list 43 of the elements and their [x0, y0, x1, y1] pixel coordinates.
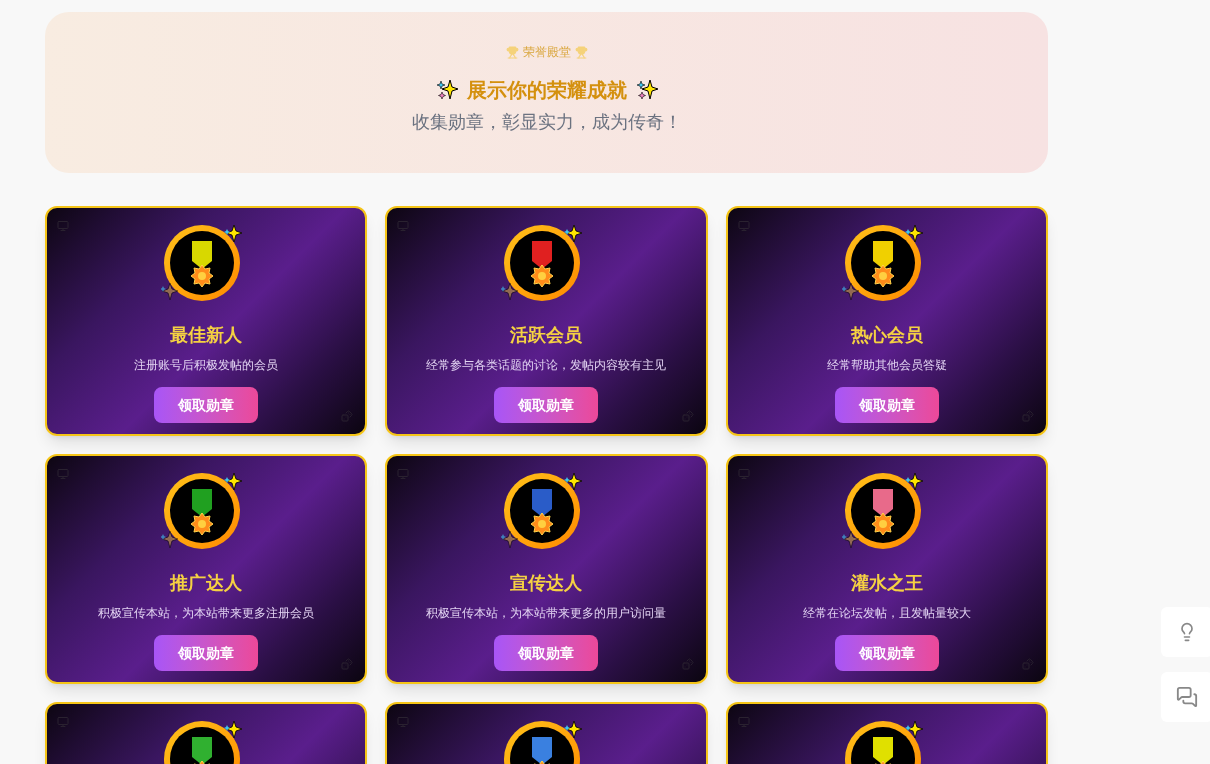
claim-button[interactable]: 领取勋章	[154, 387, 259, 423]
badge-description: 经常帮助其他会员答疑	[826, 357, 947, 373]
badge-description: 注册账号后积极发帖的会员	[134, 357, 279, 373]
hero-title: 展示你的荣耀成就	[466, 78, 627, 103]
badge-title: 宣传达人	[510, 572, 583, 595]
claim-button[interactable]: 领取勋章	[494, 635, 599, 671]
monitor-icon	[57, 220, 69, 232]
wechat-button[interactable]	[1161, 672, 1210, 722]
dice-icon	[341, 658, 354, 670]
sparkle-icon	[634, 78, 659, 102]
chat-icon	[1176, 686, 1198, 708]
badge-title: 热心会员	[850, 324, 923, 347]
trophy-icon	[505, 45, 519, 59]
badge-title: 最佳新人	[170, 324, 243, 347]
sparkle-icon	[434, 78, 459, 102]
hero-subtitle: 收集勋章，彰显实力，成为传奇！	[411, 111, 682, 134]
monitor-icon	[57, 716, 69, 728]
claim-button[interactable]: 领取勋章	[834, 635, 939, 671]
badge-title: 活跃会员	[510, 324, 583, 347]
badge-description: 积极宣传本站，为本站带来更多的用户访问量	[426, 605, 667, 621]
badge-description: 积极宣传本站，为本站带来更多注册会员	[98, 605, 315, 621]
claim-button[interactable]: 领取勋章	[154, 635, 259, 671]
tip-button[interactable]	[1161, 607, 1210, 657]
badge-description: 经常在论坛发帖，且发帖量较大	[802, 605, 971, 621]
dice-icon	[1022, 410, 1034, 422]
monitor-icon	[397, 220, 410, 232]
dice-icon	[681, 410, 694, 422]
badge-description: 经常参与各类话题的讨论，发帖内容较有主见	[426, 357, 667, 373]
claim-button[interactable]: 领取勋章	[494, 387, 599, 423]
hero-eyebrow: 荣誉殿堂	[522, 44, 571, 60]
claim-button[interactable]: 领取勋章	[834, 387, 939, 423]
dice-icon	[1022, 658, 1034, 670]
dice-icon	[341, 410, 354, 422]
badge-title: 推广达人	[170, 572, 243, 595]
monitor-icon	[397, 716, 410, 728]
badge-title: 灌水之王	[850, 572, 923, 595]
monitor-icon	[397, 468, 410, 480]
monitor-icon	[737, 220, 750, 232]
monitor-icon	[57, 468, 69, 480]
trophy-icon	[574, 45, 588, 59]
monitor-icon	[737, 716, 750, 728]
monitor-icon	[737, 468, 750, 480]
dice-icon	[681, 658, 694, 670]
